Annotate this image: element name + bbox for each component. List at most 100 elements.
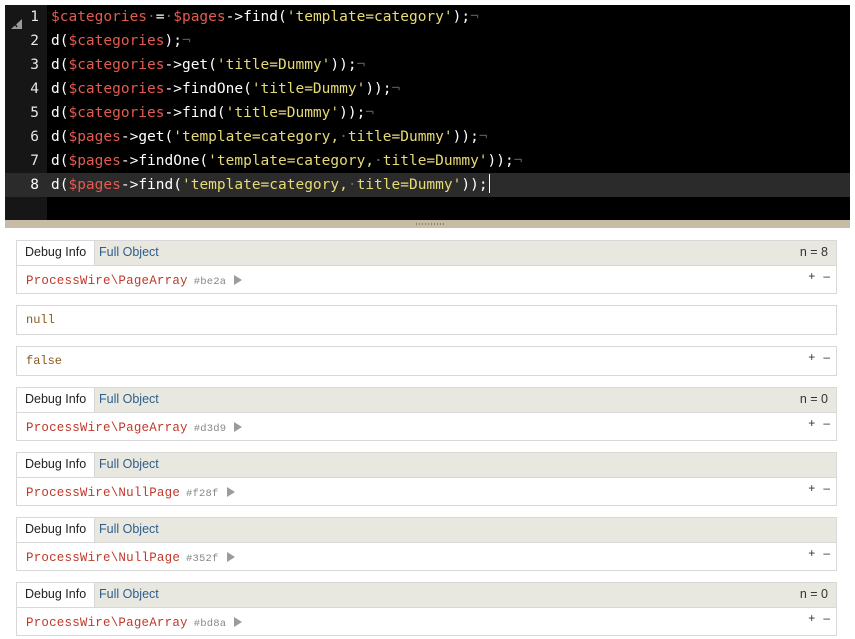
tab-full-object[interactable]: Full Object	[91, 388, 167, 412]
dump-value: false	[26, 354, 63, 368]
expand-all-button[interactable]: +	[808, 611, 815, 625]
code-token-dot: ·	[164, 9, 174, 25]
class-name-text: ProcessWire\NullPage	[26, 551, 181, 565]
code-token-pun: findOne(	[181, 81, 252, 97]
tab-debug-info[interactable]: Debug Info	[17, 583, 96, 607]
code-token-pun: d(	[51, 129, 69, 145]
object-class-name[interactable]: ProcessWire\PageArray #bd8a	[26, 616, 243, 630]
collapse-all-button[interactable]: –	[823, 546, 830, 560]
code-token-dot: ·	[147, 9, 156, 25]
dump-tab-bar: Debug Info Full Object n = 0	[17, 583, 836, 608]
code-token-var: $pages	[68, 129, 121, 145]
item-count: n = 8	[799, 245, 828, 259]
tab-debug-info[interactable]: Debug Info	[17, 388, 96, 412]
line-number: 6	[30, 129, 39, 145]
code-text[interactable]: d($pages->findOne('template=category,·ti…	[51, 149, 522, 173]
code-token-eol: ¬	[391, 81, 401, 97]
dump-row: ProcessWire\NullPage #f28f + –	[17, 478, 836, 507]
code-token-var: $categories	[68, 33, 165, 49]
code-token-pun: );	[452, 9, 471, 25]
dump-tab-bar: Debug Info Full Object n = 0	[17, 388, 836, 413]
object-class-name[interactable]: ProcessWire\NullPage #352f	[26, 551, 235, 565]
expand-all-button[interactable]: +	[808, 546, 815, 560]
collapse-all-button[interactable]: –	[823, 611, 830, 625]
code-token-str: title=Dummy'	[356, 177, 462, 193]
tab-full-object[interactable]: Full Object	[91, 518, 167, 542]
dump-row: null	[17, 306, 836, 335]
line-number: 8	[30, 177, 39, 193]
code-line[interactable]: 7 d($pages->findOne('template=category,·t…	[5, 149, 850, 173]
code-token-pun: ));	[330, 57, 357, 73]
code-text[interactable]: d($pages->find('template=category,·title…	[51, 173, 490, 197]
expand-arrow-icon[interactable]	[234, 275, 243, 285]
code-token-op: ->	[164, 81, 182, 97]
code-token-var: $pages	[68, 153, 121, 169]
code-line[interactable]: 1 $categories·=·$pages->find('template=ca…	[5, 5, 850, 29]
code-token-eol: ¬	[181, 33, 191, 49]
expand-collapse-controls: + –	[800, 416, 830, 430]
code-line[interactable]: 6 d($pages->get('template=category,·title…	[5, 125, 850, 149]
expand-arrow-icon[interactable]	[234, 617, 243, 627]
code-text[interactable]: d($categories->get('title=Dummy'));¬	[51, 53, 365, 77]
line-number: 7	[30, 153, 39, 169]
code-line[interactable]: 2 d($categories);¬	[5, 29, 850, 53]
code-line[interactable]: 5 d($categories->find('title=Dummy'));¬	[5, 101, 850, 125]
code-token-eol: ¬	[365, 105, 375, 121]
dump-row: ProcessWire\PageArray #bd8a + –	[17, 608, 836, 637]
object-class-name[interactable]: ProcessWire\PageArray #d3d9	[26, 421, 243, 435]
code-line[interactable]: 8 d($pages->find('template=category,·titl…	[5, 173, 850, 197]
object-hash: #bd8a	[193, 618, 227, 630]
code-line[interactable]: 3 d($categories->get('title=Dummy'));¬	[5, 53, 850, 77]
splitter-grip-icon[interactable]	[416, 223, 446, 225]
expand-all-button[interactable]: +	[808, 350, 815, 364]
code-line[interactable]: 4 d($categories->findOne('title=Dummy'));…	[5, 77, 850, 101]
expand-all-button[interactable]: +	[808, 481, 815, 495]
class-name-text: ProcessWire\PageArray	[26, 274, 188, 288]
code-token-pun: ));	[365, 81, 392, 97]
code-token-var: $categories	[51, 9, 148, 25]
tab-full-object[interactable]: Full Object	[91, 241, 167, 265]
code-text[interactable]: d($categories->findOne('title=Dummy'));¬	[51, 77, 400, 101]
line-number: 4	[30, 81, 39, 97]
expand-all-button[interactable]: +	[808, 269, 815, 283]
tab-debug-info[interactable]: Debug Info	[17, 518, 96, 542]
collapse-all-button[interactable]: –	[823, 481, 830, 495]
collapse-all-button[interactable]: –	[823, 269, 830, 283]
code-token-op: ->	[164, 105, 182, 121]
object-hash: #352f	[186, 553, 219, 565]
dump-tab-bar: Debug Info Full Object n = 8	[17, 241, 836, 266]
code-text[interactable]: d($categories);¬	[51, 29, 191, 53]
object-class-name[interactable]: ProcessWire\PageArray #be2a	[26, 274, 243, 288]
code-token-var: $pages	[68, 177, 121, 193]
code-editor[interactable]: 1 $categories·=·$pages->find('template=ca…	[5, 5, 850, 220]
code-text[interactable]: $categories·=·$pages->find('template=cat…	[51, 5, 479, 29]
tab-debug-info[interactable]: Debug Info	[17, 453, 96, 477]
debug-output-panel: Debug Info Full Object n = 8 ProcessWire\Pa…	[0, 228, 855, 639]
code-token-dot: ·	[347, 177, 357, 193]
code-token-str: title=Dummy'	[382, 153, 488, 169]
expand-arrow-icon[interactable]	[226, 552, 235, 562]
collapse-all-button[interactable]: –	[823, 350, 830, 364]
expand-all-button[interactable]: +	[808, 416, 815, 430]
dump-entry: Debug Info Full Object n = 8 ProcessWire\Pa…	[16, 240, 837, 294]
tab-full-object[interactable]: Full Object	[91, 453, 167, 477]
expand-arrow-icon[interactable]	[226, 487, 235, 497]
class-name-text: ProcessWire\NullPage	[26, 486, 181, 500]
collapse-all-button[interactable]: –	[823, 416, 830, 430]
panel-splitter[interactable]	[5, 220, 850, 228]
tab-debug-info[interactable]: Debug Info	[17, 241, 96, 265]
code-text[interactable]: d($pages->get('template=category,·title=…	[51, 125, 488, 149]
code-text[interactable]: d($categories->find('title=Dummy'));¬	[51, 101, 374, 125]
expand-arrow-icon[interactable]	[234, 422, 243, 432]
code-token-pun: d(	[51, 177, 69, 193]
expand-collapse-controls: + –	[800, 350, 830, 364]
code-token-op: ->	[120, 177, 139, 193]
code-token-pun: find(	[243, 9, 287, 25]
tab-full-object[interactable]: Full Object	[91, 583, 167, 607]
expand-collapse-controls: + –	[800, 546, 830, 560]
code-token-op: =	[155, 9, 165, 25]
code-token-op: ->	[225, 9, 244, 25]
object-class-name[interactable]: ProcessWire\NullPage #f28f	[26, 486, 235, 500]
fold-marker-icon[interactable]	[11, 13, 22, 29]
expand-collapse-controls: + –	[800, 269, 830, 283]
